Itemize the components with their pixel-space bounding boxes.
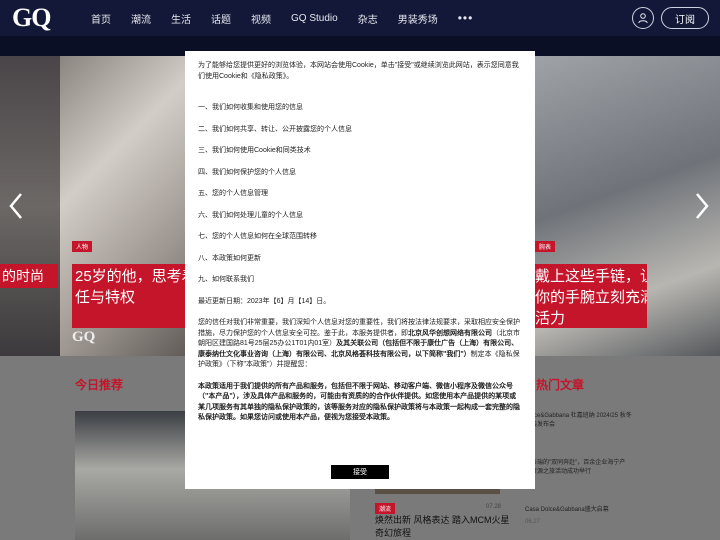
- privacy-policy-scroll-area[interactable]: 为了能够给您提供更好的浏览体验，本网站会使用Cookie，单击"接受"或继续浏览…: [198, 61, 520, 459]
- mid-article-title[interactable]: 焕然出新 风格表达 踏入MCM火星奇幻旅程: [375, 514, 510, 540]
- hot-article-1-line2: 男装发布会: [525, 422, 556, 428]
- hot-article-1[interactable]: Dolce&Gabbana 杜嘉班纳 2024/25 秋冬 男装发布会: [525, 412, 655, 430]
- nav-item-gq-studio[interactable]: GQ Studio: [291, 13, 338, 24]
- slide-right-tag[interactable]: 腕表: [535, 241, 556, 252]
- more-menu-icon[interactable]: •••: [458, 11, 474, 25]
- slide-main-caption-line1: 25岁的他，思考着: [75, 268, 185, 285]
- hot-article-3[interactable]: Casa Dolce&Gabbana盛大启幕: [525, 506, 655, 515]
- hot-article-2-line1: 以亲瑞的"双同奔赴"，百余企业海宁产: [525, 460, 626, 466]
- slide-right-caption-line2: 你的手腕立刻充满: [535, 289, 647, 306]
- slide-right-caption-line1: 戴上这些手链，让: [535, 268, 647, 285]
- nav-item-home[interactable]: 首页: [91, 11, 111, 26]
- accept-button[interactable]: 接受: [331, 465, 389, 479]
- toc-item-4: 四、我们如何保护您的个人信息: [198, 168, 296, 176]
- today-recommend-title: 今日推荐: [75, 378, 124, 392]
- toc-item-9: 九、如何联系我们: [198, 276, 254, 283]
- gq-logo[interactable]: GQ: [12, 4, 51, 32]
- nav-item-fashion[interactable]: 潮流: [131, 11, 151, 26]
- hot-articles-title: 热门文章: [536, 378, 585, 392]
- toc-item-5: 五、您的个人信息管理: [198, 190, 268, 197]
- mid-article-tag[interactable]: 潮流: [375, 503, 396, 514]
- nav-item-life[interactable]: 生活: [171, 11, 191, 26]
- slide-left-caption[interactable]: 的时尚: [0, 264, 58, 288]
- hot-article-3-date: 06.27: [525, 519, 541, 525]
- nav-item-topics[interactable]: 话题: [211, 11, 231, 26]
- user-icon-glyph: [638, 13, 648, 24]
- policy-p1-company: 北京风华创想网络有限公司: [408, 329, 492, 337]
- gq-watermark-logo: GQ: [72, 329, 96, 345]
- hot-article-2-line2: 业资源之旅活动成功举行: [525, 469, 592, 475]
- chevron-left-icon[interactable]: [8, 192, 24, 220]
- slide-right-caption[interactable]: 戴上这些手链，让 你的手腕立刻充满 活力: [535, 264, 647, 328]
- toc-item-8: 八、本政策如何更新: [198, 254, 261, 262]
- top-navigation-bar: GQ 首页 潮流 生活 话题 视频 GQ Studio 杂志 男装秀场 ••• …: [0, 0, 720, 36]
- slide-main-tag[interactable]: 人物: [72, 241, 93, 252]
- slide-right-caption-line3: 活力: [535, 310, 566, 327]
- slide-main-caption-line2: 任与特权: [75, 289, 136, 306]
- policy-updated-date: 最近更新日期：2023年【6】月【14】日。: [198, 297, 331, 305]
- cookie-consent-dialog: 为了能够给您提供更好的浏览体验，本网站会使用Cookie，单击"接受"或继续浏览…: [185, 51, 535, 489]
- user-icon[interactable]: [632, 7, 654, 29]
- mid-article-time: 07.28: [486, 504, 502, 510]
- main-nav: 首页 潮流 生活 话题 视频 GQ Studio 杂志 男装秀场 •••: [91, 0, 473, 36]
- cookie-intro-text: 为了能够给您提供更好的浏览体验，本网站会使用Cookie，单击"接受"或继续浏览…: [198, 62, 519, 80]
- subscribe-button[interactable]: 订阅: [661, 7, 709, 29]
- toc-item-7: 七、您的个人信息如何在全球范围转移: [198, 233, 317, 240]
- hot-article-2[interactable]: 以亲瑞的"双同奔赴"，百余企业海宁产 业资源之旅活动成功举行: [525, 459, 655, 477]
- nav-item-menswear-shows[interactable]: 男装秀场: [398, 11, 438, 26]
- toc-item-3: 三、我们如何使用Cookie和同类技术: [198, 147, 311, 154]
- nav-item-magazine[interactable]: 杂志: [358, 11, 378, 26]
- slide-main-caption[interactable]: 25岁的他，思考着 任与特权: [72, 264, 185, 328]
- toc-item-2: 二、我们如何共享、转让、公开披露您的个人信息: [198, 125, 352, 133]
- toc-item-1: 一、我们如何收集和使用您的信息: [198, 104, 303, 111]
- chevron-right-icon[interactable]: [694, 192, 710, 220]
- policy-paragraph-1: 您的信任对我们非常重要，我们深知个人信息对您的重要性，我们将按法律法规要求，采取…: [198, 318, 520, 371]
- policy-paragraph-2: 本政策适用于我们提供的所有产品和服务，包括但不限于网站、移动客户端、微信小程序及…: [198, 382, 520, 422]
- nav-item-video[interactable]: 视频: [251, 11, 271, 26]
- hot-article-1-line1: Dolce&Gabbana 杜嘉班纳 2024/25 秋冬: [525, 413, 632, 419]
- toc-item-6: 六、我们如何处理儿童的个人信息: [198, 211, 303, 219]
